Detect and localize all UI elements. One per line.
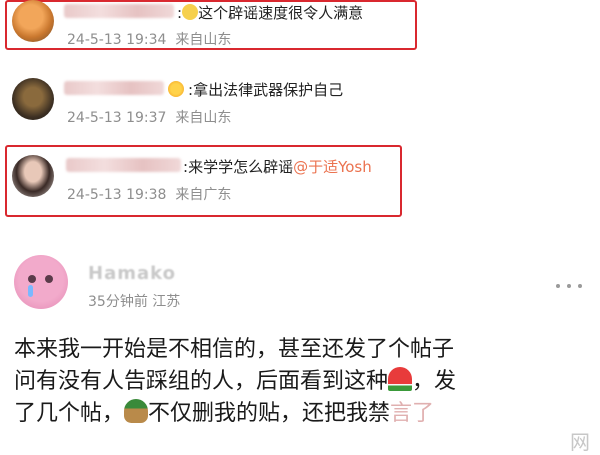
username-blurred[interactable] (66, 158, 181, 172)
comment-time: 24-5-13 19:34 (67, 32, 167, 48)
comment-location: 来自山东 (175, 32, 232, 48)
post-line: 问有没有人告踩组的人，后面看到这种 ，发 (14, 367, 457, 394)
comment-meta: 24-5-13 19:34 来自山东 (67, 29, 231, 49)
comment-text: : 这个辟谣速度很令人满意 (177, 4, 364, 22)
post-meta: 35分钟前 江苏 (88, 291, 180, 311)
vip-badge-icon (168, 81, 184, 97)
eye-icon (28, 275, 36, 283)
comment-location: 来自山东 (175, 110, 232, 126)
comment-meta: 24-5-13 19:37 来自山东 (67, 107, 231, 127)
mention-link[interactable]: @于适Yosh (293, 158, 372, 176)
post-body: 本来我一开始是不相信的，甚至还发了个帖子 问有没有人告踩组的人，后面看到这种 ，发… (14, 334, 594, 430)
post-line: 本来我一开始是不相信的，甚至还发了个帖子 (14, 337, 455, 362)
username-blurred[interactable] (64, 4, 174, 18)
duck-icon (124, 399, 149, 423)
comment-location: 来自广东 (175, 187, 232, 203)
watermelon-icon (388, 367, 413, 391)
avatar[interactable] (12, 155, 54, 197)
more-icon[interactable] (556, 282, 586, 290)
avatar[interactable] (12, 78, 54, 120)
comment-time: 24-5-13 19:38 (67, 187, 167, 203)
tear-icon (28, 285, 33, 297)
post-time: 35分钟前 (88, 294, 148, 310)
post-avatar[interactable] (14, 255, 68, 309)
comment-text: :来学学怎么辟谣@于适Yosh (183, 158, 372, 176)
post-author[interactable]: Hamako (88, 263, 176, 284)
comment-meta: 24-5-13 19:38 来自广东 (67, 184, 231, 204)
post-line: 了几个帖， 不仅删我的贴，还把我禁言了 (14, 399, 435, 426)
eye-icon (45, 275, 53, 283)
smile-emoji-icon (182, 4, 199, 20)
post-location: 江苏 (152, 294, 181, 310)
username-blurred[interactable] (64, 81, 164, 95)
comment-time: 24-5-13 19:37 (67, 110, 167, 126)
comment-text: :拿出法律武器保护自己 (188, 81, 344, 99)
watermark: 网 (570, 430, 590, 454)
avatar[interactable] (12, 0, 54, 42)
